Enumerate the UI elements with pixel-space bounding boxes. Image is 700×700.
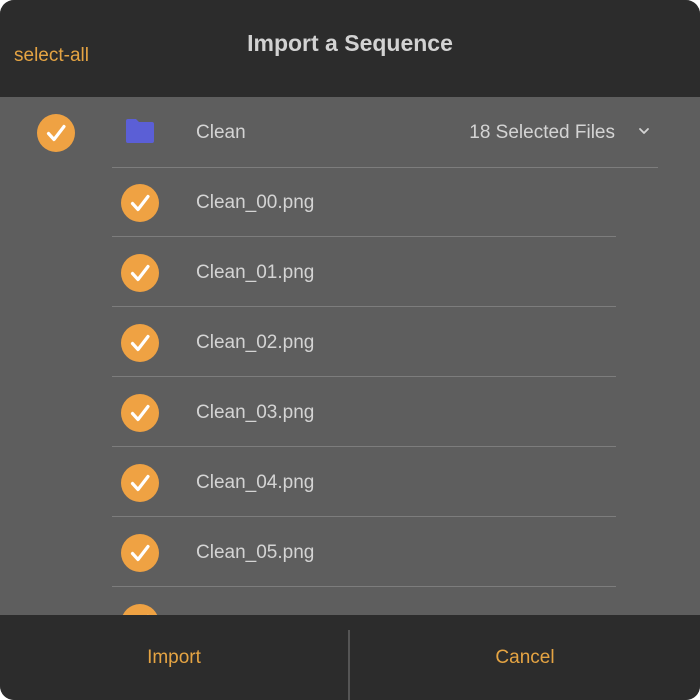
file-checkmark-icon[interactable] bbox=[121, 184, 159, 222]
file-checkmark-icon[interactable] bbox=[121, 604, 159, 615]
file-checkmark-icon[interactable] bbox=[121, 534, 159, 572]
cancel-button[interactable]: Cancel bbox=[350, 615, 700, 700]
dialog-footer: Import Cancel bbox=[0, 615, 700, 700]
file-checkmark-icon[interactable] bbox=[121, 324, 159, 362]
file-checkmark-icon[interactable] bbox=[121, 394, 159, 432]
file-row[interactable]: Clean_05.png bbox=[0, 517, 700, 587]
file-name: Clean_05.png bbox=[196, 542, 315, 563]
folder-name: Clean bbox=[196, 122, 246, 143]
file-name: Clean_03.png bbox=[196, 402, 315, 423]
import-sequence-dialog: select-all Import a Sequence Clean 18 Se… bbox=[0, 0, 700, 700]
import-button[interactable]: Import bbox=[0, 615, 348, 700]
file-name: Clean_01.png bbox=[196, 262, 315, 283]
file-checkmark-icon[interactable] bbox=[121, 464, 159, 502]
dialog-title: Import a Sequence bbox=[247, 30, 453, 56]
chevron-down-icon[interactable] bbox=[637, 126, 651, 136]
file-checkmark-icon[interactable] bbox=[121, 254, 159, 292]
dialog-header: select-all Import a Sequence bbox=[0, 0, 700, 97]
file-row[interactable]: Clean_01.png bbox=[0, 237, 700, 307]
selected-files-count[interactable]: 18 Selected Files bbox=[469, 122, 615, 144]
file-list[interactable]: Clean 18 Selected Files Clean_00.png Clea… bbox=[0, 97, 700, 615]
file-row[interactable]: Clean_03.png bbox=[0, 377, 700, 447]
file-name: Clean_04.png bbox=[196, 472, 315, 493]
file-row[interactable] bbox=[0, 587, 700, 615]
file-row[interactable]: Clean_02.png bbox=[0, 307, 700, 377]
folder-icon bbox=[126, 119, 154, 143]
file-name: Clean_00.png bbox=[196, 192, 315, 213]
file-name: Clean_02.png bbox=[196, 332, 315, 353]
file-row[interactable]: Clean_00.png bbox=[0, 167, 700, 237]
folder-checkmark-icon[interactable] bbox=[37, 114, 75, 152]
file-row[interactable]: Clean_04.png bbox=[0, 447, 700, 517]
